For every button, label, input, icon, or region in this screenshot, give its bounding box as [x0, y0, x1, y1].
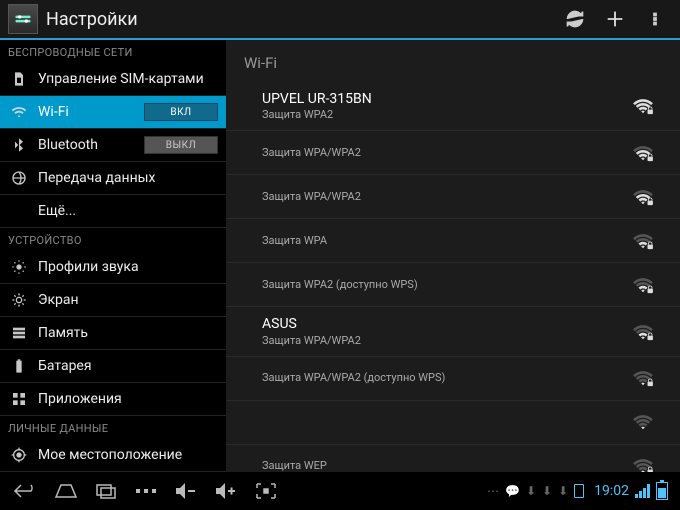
sidebar-item-label: Bluetooth — [38, 137, 144, 153]
content-pane: Wi-Fi UPVEL UR-315BN Защита WPA2 Защита … — [226, 40, 680, 472]
overflow-menu-icon[interactable] — [644, 8, 666, 30]
sidebar-item-label: Профили звука — [38, 259, 218, 275]
wifi-signal-icon — [632, 276, 654, 294]
wifi-network-item[interactable]: ASUS Защита WPA/WPA2 — [226, 307, 680, 356]
sidebar-item-label: Wi-Fi — [38, 104, 144, 120]
wifi-name: UPVEL UR-315BN — [262, 90, 632, 108]
wifi-network-item[interactable]: Защита WEP — [226, 445, 680, 472]
content-title: Wi-Fi — [226, 40, 680, 82]
screenshot-button[interactable] — [246, 476, 286, 506]
sidebar-item-location[interactable]: Мое местоположение — [0, 439, 226, 472]
wifi-network-item[interactable]: Защита WPA2 (доступно WPS) — [226, 263, 680, 307]
back-button[interactable] — [6, 476, 46, 506]
sidebar-item-display[interactable]: Экран — [0, 284, 226, 317]
status-tray[interactable]: ⋯ 💬 ⬇ ⬇ ⬇ 19:02 — [487, 482, 674, 500]
chat-icon: 💬 — [505, 484, 520, 498]
wifi-security: Защита WPA/WPA2 (доступно WPS) — [262, 371, 632, 385]
download-icon: ⬇ — [542, 484, 552, 498]
home-button[interactable] — [46, 476, 86, 506]
section-header: БЕСПРОВОДНЫЕ СЕТИ — [0, 40, 226, 63]
wifi-security: Защита WEP — [262, 459, 632, 472]
wifi-signal-icon — [632, 144, 654, 162]
wifi-signal-icon — [632, 413, 654, 431]
sidebar-item-label: Ещё... — [38, 203, 218, 219]
notification-icon: ⋯ — [487, 484, 499, 498]
sidebar-item-label: Мое местоположение — [38, 447, 218, 463]
page-title: Настройки — [46, 9, 564, 30]
sidebar-item-bt[interactable]: BluetoothВЫКЛ — [0, 129, 226, 162]
section-header: УСТРОЙСТВО — [0, 228, 226, 251]
battery-icon — [656, 482, 668, 500]
volume-up-button[interactable] — [206, 476, 246, 506]
wifi-security: Защита WPA2 (доступно WPS) — [262, 278, 632, 292]
sidebar-item-audio[interactable]: Профили звука — [0, 251, 226, 284]
wifi-network-item[interactable]: UPVEL UR-315BN Защита WPA2 — [226, 82, 680, 131]
wifi-network-item[interactable]: Защита WPA/WPA2 — [226, 131, 680, 175]
wifi-network-item[interactable] — [226, 401, 680, 445]
battery-icon — [10, 357, 28, 375]
sidebar-item-label: Приложения — [38, 391, 218, 407]
sidebar-item-storage[interactable]: Память — [0, 317, 226, 350]
wifi-security: Защита WPA — [262, 234, 632, 248]
sidebar-item-more[interactable]: Ещё... — [0, 195, 226, 228]
wifi-security: Защита WPA/WPA2 — [262, 146, 632, 160]
sd-card-icon — [574, 484, 584, 498]
wifi-signal-icon — [632, 97, 654, 115]
add-icon[interactable] — [604, 8, 626, 30]
system-navbar: ⋯ 💬 ⬇ ⬇ ⬇ 19:02 — [0, 472, 680, 510]
wifi-signal-icon — [632, 188, 654, 206]
settings-app-icon — [8, 4, 38, 34]
settings-sidebar: БЕСПРОВОДНЫЕ СЕТИ Управление SIM-картами W… — [0, 40, 226, 472]
sim-icon — [10, 70, 28, 88]
wifi-security: Защита WPA2 — [262, 108, 632, 122]
toggle-wifi[interactable]: ВКЛ — [144, 103, 218, 121]
sidebar-item-label: Экран — [38, 292, 218, 308]
sidebar-item-wifi[interactable]: Wi-FiВКЛ — [0, 96, 226, 129]
wifi-signal-icon — [632, 457, 654, 472]
wifi-security: Защита WPA/WPA2 — [262, 334, 632, 348]
wifi-network-item[interactable]: Защита WPA/WPA2 — [226, 175, 680, 219]
display-icon — [10, 291, 28, 309]
toggle-bt[interactable]: ВЫКЛ — [144, 136, 218, 154]
wifi-security: Защита WPA/WPA2 — [262, 190, 632, 204]
sidebar-item-battery[interactable]: Батарея — [0, 350, 226, 383]
sidebar-item-sim[interactable]: Управление SIM-картами — [0, 63, 226, 96]
clock: 19:02 — [594, 483, 629, 499]
wifi-network-item[interactable]: Защита WPA — [226, 219, 680, 263]
app-header: Настройки — [0, 0, 680, 40]
sidebar-item-data[interactable]: Передача данных — [0, 162, 226, 195]
wifi-signal-icon — [632, 323, 654, 341]
menu-dots-button[interactable] — [126, 476, 166, 506]
download-icon: ⬇ — [526, 484, 536, 498]
apps-icon — [10, 390, 28, 408]
sidebar-item-label: Управление SIM-картами — [38, 71, 218, 87]
location-icon — [10, 446, 28, 464]
wifi-signal-icon — [632, 369, 654, 387]
download-icon: ⬇ — [558, 484, 568, 498]
sidebar-item-label: Батарея — [38, 358, 218, 374]
wifi-network-list: UPVEL UR-315BN Защита WPA2 Защита WPA/WP… — [226, 82, 680, 472]
section-header: ЛИЧНЫЕ ДАННЫЕ — [0, 416, 226, 439]
sidebar-item-label: Память — [38, 325, 218, 341]
sidebar-item-label: Передача данных — [38, 170, 218, 186]
wifi-name: ASUS — [262, 315, 632, 333]
wifi-icon — [10, 103, 28, 121]
bluetooth-icon — [10, 136, 28, 154]
wifi-signal-icon — [632, 232, 654, 250]
recent-apps-button[interactable] — [86, 476, 126, 506]
audio-icon — [10, 258, 28, 276]
storage-icon — [10, 324, 28, 342]
data-icon — [10, 169, 28, 187]
sidebar-item-apps[interactable]: Приложения — [0, 383, 226, 416]
refresh-icon[interactable] — [564, 8, 586, 30]
volume-down-button[interactable] — [166, 476, 206, 506]
wifi-network-item[interactable]: Защита WPA/WPA2 (доступно WPS) — [226, 357, 680, 401]
cell-signal-icon — [635, 484, 650, 498]
